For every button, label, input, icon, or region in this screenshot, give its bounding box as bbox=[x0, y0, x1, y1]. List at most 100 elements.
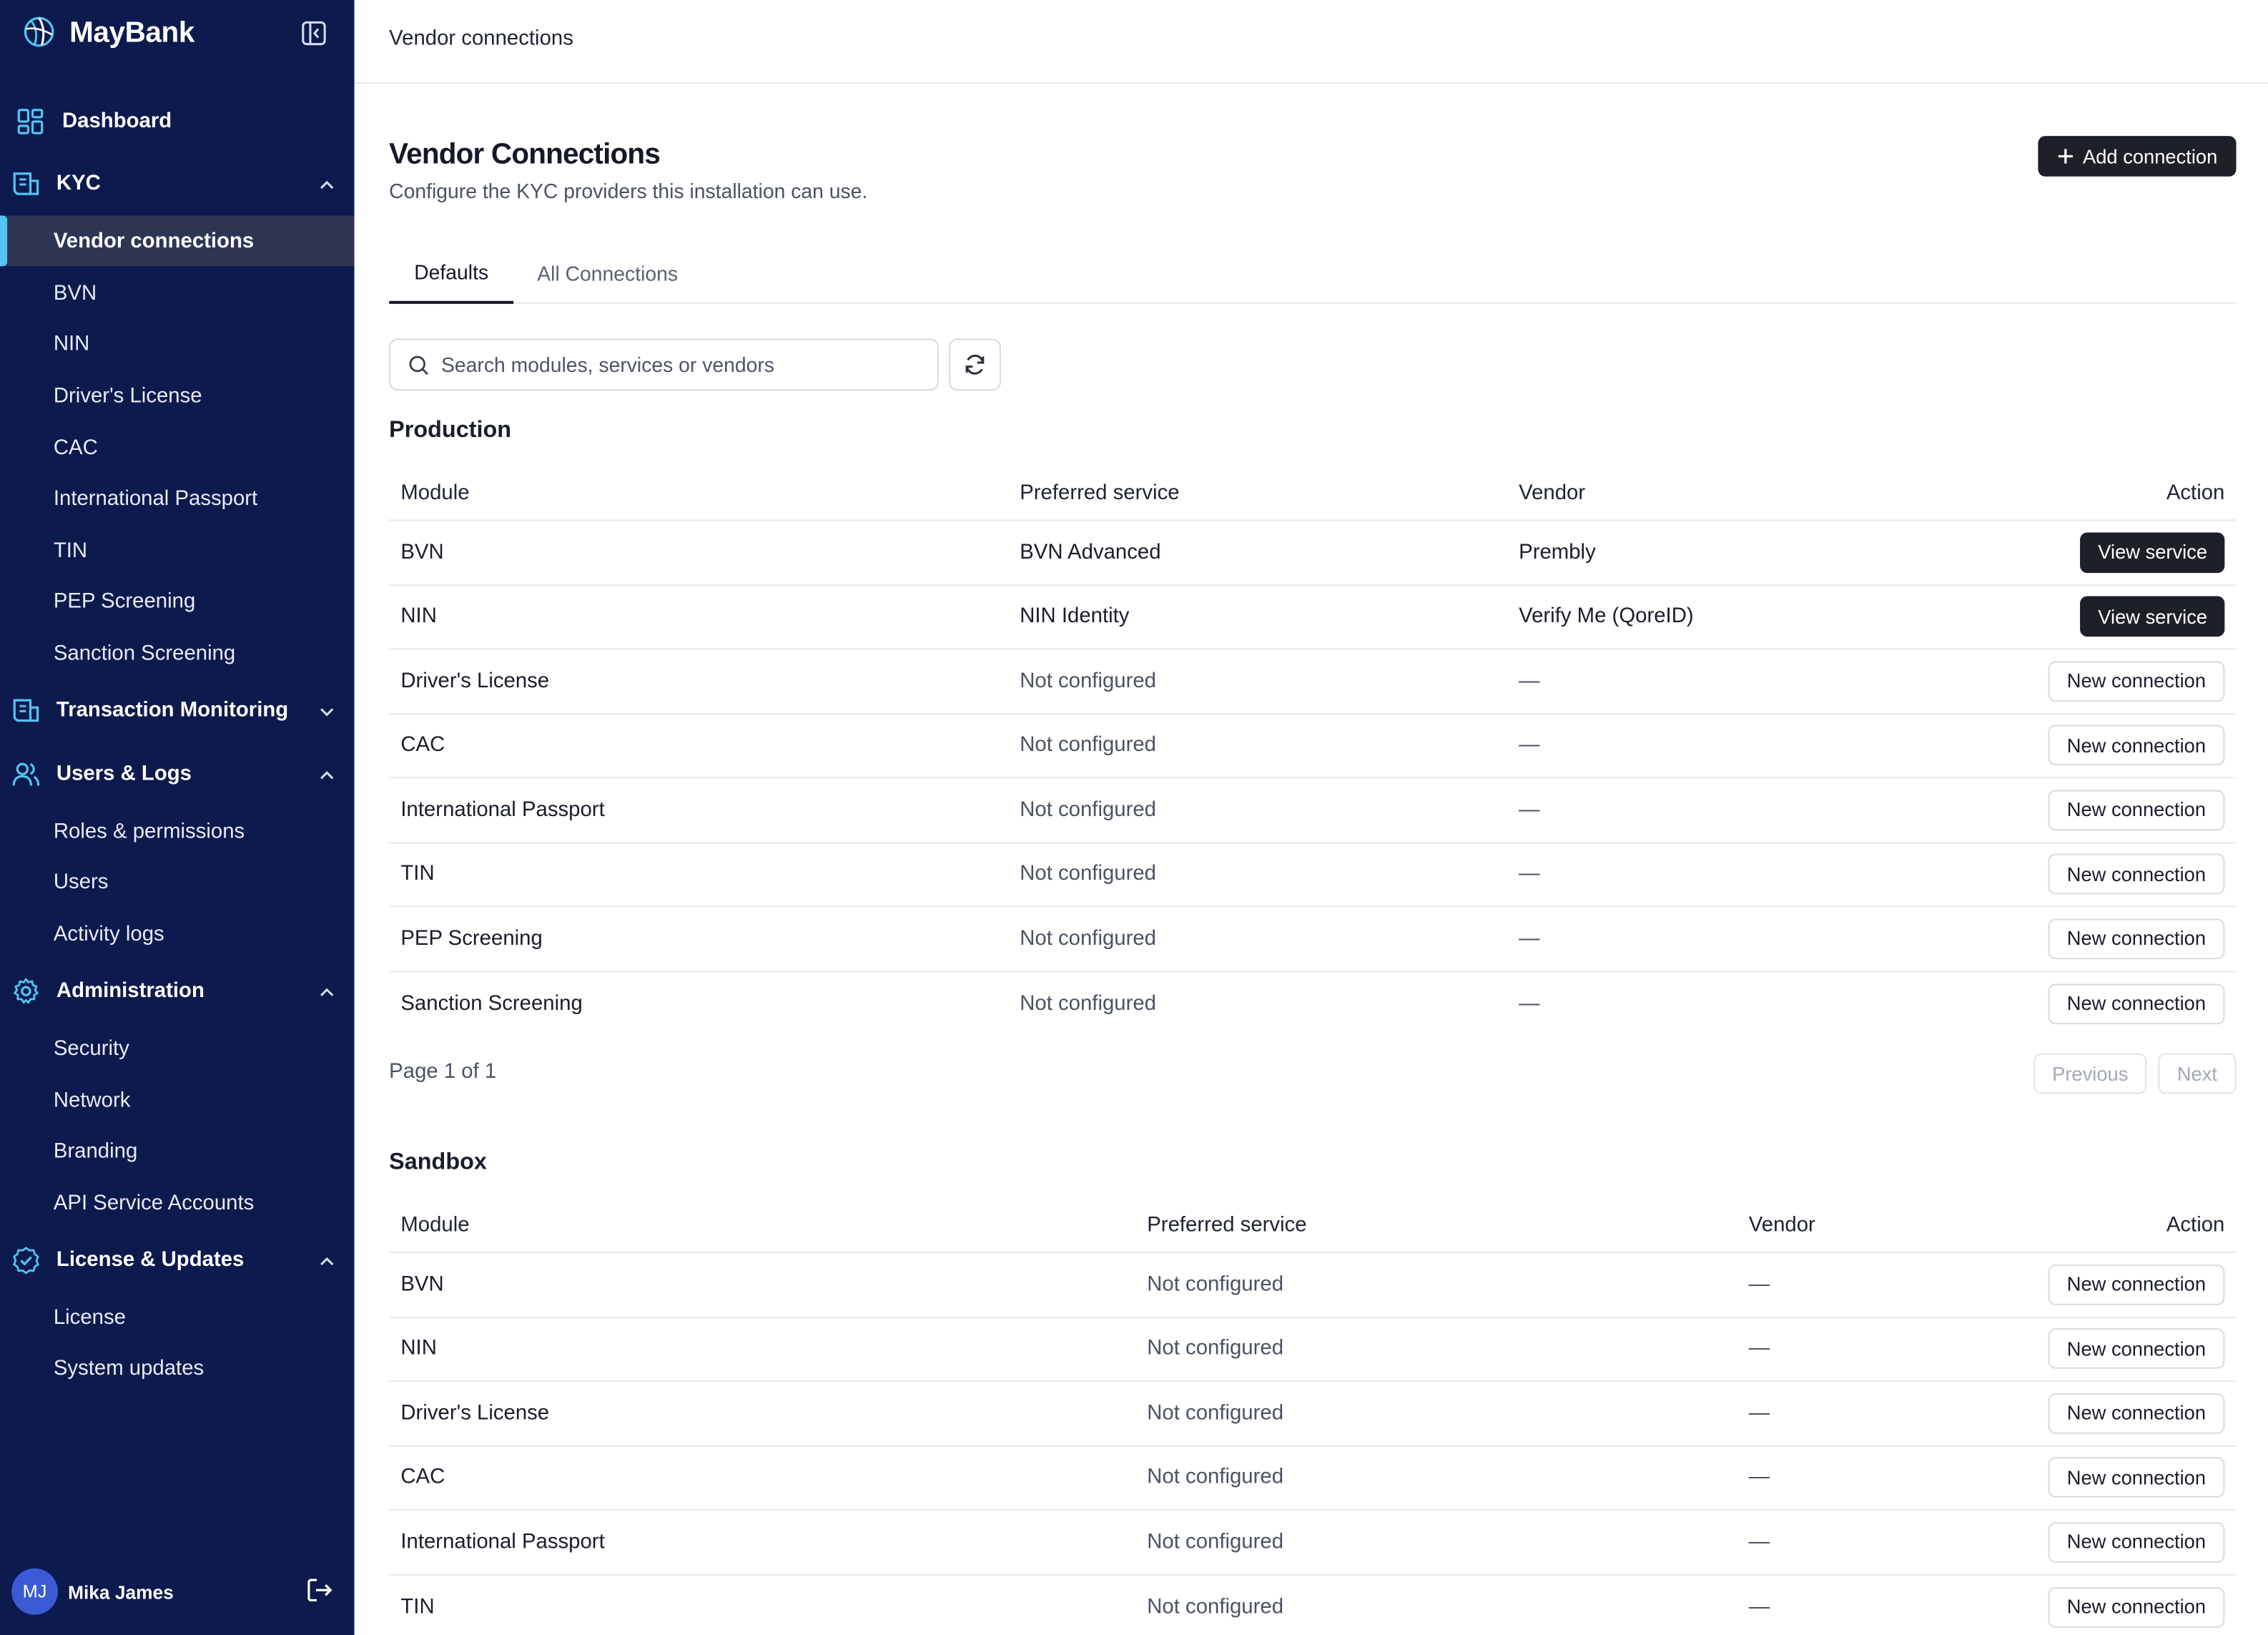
cell-vendor: — bbox=[1519, 669, 1540, 693]
cell-vendor: — bbox=[1748, 1465, 1770, 1490]
new-connection-button[interactable]: New connection bbox=[2048, 1264, 2225, 1305]
sidebar-item-dashboard[interactable]: Dashboard bbox=[0, 96, 355, 148]
sidebar-section-administration[interactable]: Administration bbox=[0, 965, 355, 1017]
new-connection-button[interactable]: New connection bbox=[2048, 1586, 2225, 1628]
new-connection-button[interactable]: New connection bbox=[2048, 854, 2225, 895]
view-service-button[interactable]: View service bbox=[2081, 596, 2225, 637]
cell-action: View service bbox=[2081, 585, 2225, 648]
view-service-button[interactable]: View service bbox=[2081, 531, 2225, 573]
maybank-logo-icon bbox=[20, 11, 58, 57]
table-row: Driver's License Not configured — New conne… bbox=[389, 649, 2237, 715]
column-header-action: Action bbox=[2166, 1213, 2225, 1237]
previous-page-button[interactable]: Previous bbox=[2033, 1053, 2147, 1094]
table-row: NIN Not configured — New connection bbox=[389, 1317, 2237, 1382]
sidebar-section-transaction-monitoring[interactable]: Transaction Monitoring bbox=[0, 684, 355, 737]
chevron-up-icon bbox=[318, 983, 335, 1000]
user-profile[interactable]: MJ Mika James bbox=[11, 1568, 344, 1615]
cell-module: Sanction Screening bbox=[400, 992, 583, 1016]
cell-action: New connection bbox=[2048, 1253, 2225, 1316]
cell-module: NIN bbox=[400, 1337, 437, 1361]
page-subtitle: Configure the KYC providers this install… bbox=[389, 179, 868, 203]
sidebar-section-kyc[interactable]: KYC bbox=[0, 158, 355, 210]
cell-module: International Passport bbox=[400, 1530, 605, 1554]
sidebar-item-tin[interactable]: TIN bbox=[0, 525, 355, 576]
new-connection-button[interactable]: New connection bbox=[2048, 1328, 2225, 1370]
new-connection-button[interactable]: New connection bbox=[2048, 1521, 2225, 1563]
check-badge-icon bbox=[11, 1246, 40, 1275]
tab-defaults[interactable]: Defaults bbox=[389, 243, 514, 304]
sidebar-section-label: KYC bbox=[56, 172, 101, 196]
new-connection-button[interactable]: New connection bbox=[2048, 725, 2225, 766]
cell-action: New connection bbox=[2048, 1511, 2225, 1573]
cell-preferred-service: Not configured bbox=[1147, 1337, 1284, 1361]
new-connection-button[interactable]: New connection bbox=[2048, 1393, 2225, 1434]
sidebar-section-label: License & Updates bbox=[56, 1248, 245, 1272]
table-row: Sanction Screening Not configured — New con… bbox=[389, 971, 2236, 1036]
add-connection-label: Add connection bbox=[2083, 145, 2218, 167]
cell-module: PEP Screening bbox=[400, 927, 543, 951]
collapse-sidebar-button[interactable] bbox=[298, 17, 330, 49]
sidebar-item-drivers-license[interactable]: Driver's License bbox=[0, 370, 355, 421]
sidebar-item-nin[interactable]: NIN bbox=[0, 318, 355, 369]
cell-action: View service bbox=[2081, 521, 2225, 584]
cell-vendor: — bbox=[1748, 1337, 1770, 1361]
sidebar-item-bvn[interactable]: BVN bbox=[0, 267, 355, 318]
add-connection-button[interactable]: Add connection bbox=[2038, 136, 2237, 177]
cell-module: Driver's License bbox=[400, 1401, 550, 1425]
sidebar-item-international-passport[interactable]: International Passport bbox=[0, 473, 355, 524]
refresh-button[interactable] bbox=[949, 338, 1001, 391]
sidebar-item-pep-screening[interactable]: PEP Screening bbox=[0, 576, 355, 627]
chevron-down-icon bbox=[318, 702, 335, 719]
table-row: International Passport Not configured — New… bbox=[389, 1511, 2237, 1576]
sidebar-section-label: Administration bbox=[56, 979, 204, 1003]
sidebar-item-cac[interactable]: CAC bbox=[0, 423, 355, 473]
new-connection-button[interactable]: New connection bbox=[2048, 918, 2225, 959]
search-icon bbox=[409, 355, 428, 375]
sidebar-item-roles-permissions[interactable]: Roles & permissions bbox=[0, 806, 355, 857]
main-content: Vendor connections Vendor Connections Co… bbox=[354, 0, 2268, 1635]
cell-vendor: Verify Me (QoreID) bbox=[1519, 605, 1694, 629]
cell-preferred-service: Not configured bbox=[1147, 1272, 1284, 1297]
sidebar-item-label: Dashboard bbox=[61, 109, 172, 134]
column-header-module: Module bbox=[400, 481, 470, 505]
new-connection-button[interactable]: New connection bbox=[2048, 790, 2225, 830]
sidebar-item-activity-logs[interactable]: Activity logs bbox=[0, 908, 355, 959]
cell-module: NIN bbox=[400, 605, 437, 629]
cell-preferred-service: Not configured bbox=[1020, 992, 1157, 1016]
cell-module: Driver's License bbox=[400, 669, 550, 693]
sandbox-title: Sandbox bbox=[389, 1150, 487, 1175]
production-rows: BVN BVN Advanced Prembly View service NIN NIN… bbox=[389, 521, 2237, 1036]
brand[interactable]: MayBank bbox=[20, 11, 194, 57]
cell-action: New connection bbox=[2048, 843, 2225, 905]
next-page-button[interactable]: Next bbox=[2158, 1053, 2237, 1094]
search-box bbox=[389, 338, 939, 391]
cell-module: CAC bbox=[400, 734, 445, 757]
new-connection-button[interactable]: New connection bbox=[2048, 661, 2225, 702]
sidebar-item-system-updates[interactable]: System updates bbox=[0, 1342, 355, 1393]
sidebar-section-users-logs[interactable]: Users & Logs bbox=[0, 748, 355, 800]
sidebar-item-vendor-connections[interactable]: Vendor connections bbox=[0, 215, 355, 267]
cell-module: International Passport bbox=[400, 798, 605, 822]
sidebar-item-branding[interactable]: Branding bbox=[0, 1126, 355, 1177]
sidebar-collapse-icon bbox=[302, 21, 326, 46]
sidebar-item-network[interactable]: Network bbox=[0, 1075, 355, 1126]
sidebar-item-sanction-screening[interactable]: Sanction Screening bbox=[0, 628, 355, 679]
cell-action: New connection bbox=[2048, 1382, 2225, 1445]
new-connection-button[interactable]: New connection bbox=[2048, 983, 2225, 1024]
cell-vendor: — bbox=[1748, 1530, 1770, 1554]
tab-all-connections[interactable]: All Connections bbox=[513, 243, 701, 304]
kyc-icon bbox=[11, 170, 40, 198]
new-connection-button[interactable]: New connection bbox=[2048, 1457, 2225, 1498]
search-input[interactable] bbox=[441, 353, 919, 376]
cell-preferred-service: Not configured bbox=[1020, 798, 1157, 822]
column-header-action: Action bbox=[2166, 481, 2225, 505]
sidebar-item-security[interactable]: Security bbox=[0, 1023, 355, 1074]
logout-icon[interactable] bbox=[305, 1576, 337, 1608]
dashboard-icon bbox=[16, 107, 44, 136]
sidebar-item-license[interactable]: License bbox=[0, 1292, 355, 1343]
sidebar-item-api-service-accounts[interactable]: API Service Accounts bbox=[0, 1178, 355, 1229]
pagination-info: Page 1 of 1 bbox=[389, 1060, 497, 1084]
cell-preferred-service: BVN Advanced bbox=[1020, 541, 1161, 564]
sidebar-item-users[interactable]: Users bbox=[0, 857, 355, 908]
sidebar-section-license-updates[interactable]: License & Updates bbox=[0, 1234, 355, 1287]
